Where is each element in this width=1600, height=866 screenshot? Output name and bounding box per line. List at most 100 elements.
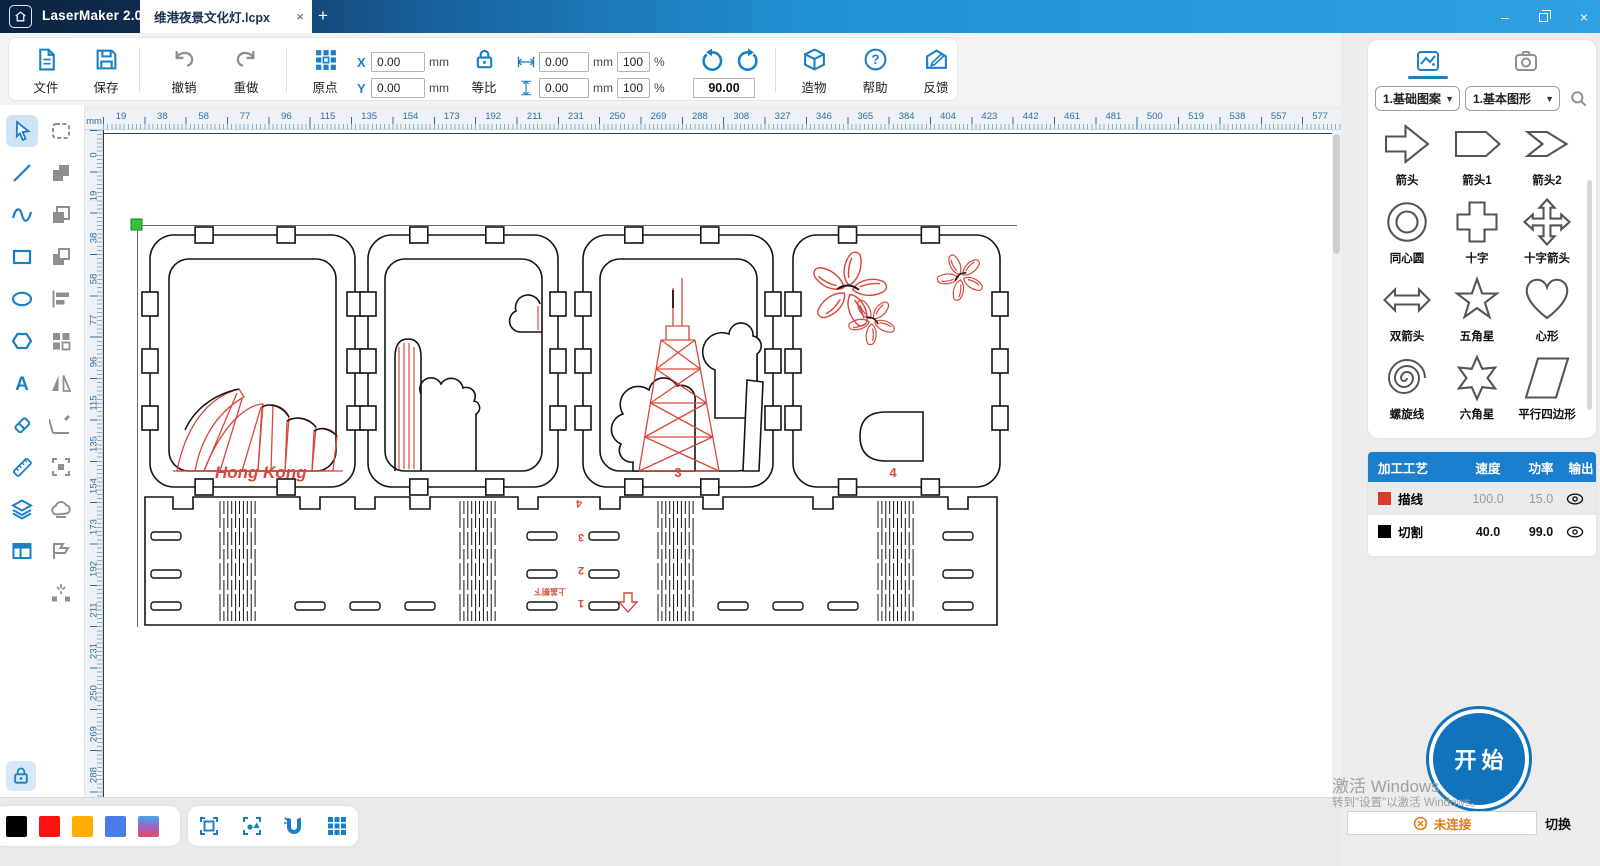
- shape-arrow2[interactable]: 箭头2: [1514, 120, 1580, 188]
- tool-node-edit[interactable]: [45, 409, 77, 441]
- vertical-ruler: 0193858779611513515417319221123125026928…: [85, 130, 103, 797]
- layer-visibility-icon[interactable]: [1566, 525, 1596, 539]
- palette-color-2[interactable]: [72, 816, 93, 837]
- ruler-tick-label: 19: [89, 187, 100, 205]
- tool-polygon[interactable]: [6, 325, 38, 357]
- canvas-vertical-scrollbar[interactable]: [1332, 130, 1341, 797]
- help-button[interactable]: ? 帮助: [846, 45, 904, 97]
- tab-camera-icon[interactable]: [1506, 48, 1546, 74]
- tool-dimension[interactable]: [45, 451, 77, 483]
- rotation-angle-field[interactable]: 90.00: [693, 78, 755, 98]
- layer-row-cut[interactable]: 切割 40.0 99.0: [1368, 515, 1596, 548]
- shape-star6[interactable]: 六角星: [1444, 354, 1510, 422]
- file-button[interactable]: 文件: [17, 45, 75, 97]
- search-icon[interactable]: [1569, 89, 1588, 108]
- ruler-tick-label: 173: [444, 111, 460, 122]
- tab-gallery-icon[interactable]: [1408, 48, 1448, 74]
- palette-color-gradient[interactable]: [138, 816, 159, 837]
- ruler-tick-label: 442: [1023, 111, 1039, 122]
- shape-cross-arrows[interactable]: 十字箭头: [1514, 198, 1580, 266]
- tool-rectangle[interactable]: [6, 241, 38, 273]
- tool-measure[interactable]: [6, 451, 38, 483]
- tool-duplicate[interactable]: [45, 199, 77, 231]
- rotate-cw-icon[interactable]: [735, 48, 761, 74]
- redo-button[interactable]: 重做: [217, 45, 275, 97]
- library-category-dropdown[interactable]: 1.基础图案▼: [1375, 86, 1460, 111]
- layer-visibility-icon[interactable]: [1566, 492, 1596, 506]
- panel1-hongkong-text[interactable]: Hong Kong: [215, 463, 307, 482]
- layer-color-swatch[interactable]: [1378, 492, 1391, 505]
- tool-ellipse[interactable]: [6, 283, 38, 315]
- shape-arrow1[interactable]: 箭头1: [1444, 120, 1510, 188]
- tool-line[interactable]: [6, 157, 38, 189]
- origin-button[interactable]: 原点: [296, 45, 354, 97]
- switch-device-button[interactable]: 切换: [1545, 814, 1571, 833]
- width-percent-field[interactable]: 100: [617, 52, 650, 72]
- layer-power-value[interactable]: 15.0: [1516, 492, 1566, 506]
- tool-text[interactable]: A: [6, 367, 38, 399]
- canvas-lock-icon[interactable]: [6, 761, 36, 791]
- height-field[interactable]: 0.00: [539, 78, 589, 98]
- tool-subtract[interactable]: [45, 241, 77, 273]
- build-button[interactable]: 造物: [785, 45, 843, 97]
- save-button[interactable]: 保存: [77, 45, 135, 97]
- shape-category-dropdown[interactable]: 1.基本图形▼: [1465, 86, 1560, 111]
- window-minimize-button[interactable]: –: [1501, 10, 1509, 24]
- tab-close-icon[interactable]: ×: [296, 9, 304, 24]
- strip-outline[interactable]: [145, 497, 997, 625]
- shape-double-arrow[interactable]: 双箭头: [1374, 276, 1440, 344]
- tool-marquee[interactable]: [45, 115, 77, 147]
- tool-break-apart[interactable]: [45, 577, 77, 609]
- y-position-field[interactable]: 0.00: [371, 78, 425, 98]
- layers-header: 加工工艺 速度 功率 输出: [1368, 452, 1596, 482]
- layer-row-trace[interactable]: 描线 100.0 15.0: [1368, 482, 1596, 515]
- shape-heart[interactable]: 心形: [1514, 276, 1580, 344]
- tool-curve[interactable]: [6, 199, 38, 231]
- tool-union[interactable]: [45, 157, 77, 189]
- panel4-door-cutout[interactable]: [860, 412, 923, 461]
- palette-color-0[interactable]: [6, 816, 27, 837]
- shape-parallelogram[interactable]: 平行四边形: [1514, 354, 1580, 422]
- shape-star5[interactable]: 五角星: [1444, 276, 1510, 344]
- home-icon[interactable]: [9, 5, 32, 28]
- rotate-ccw-icon[interactable]: [699, 48, 725, 74]
- layer-speed-value[interactable]: 100.0: [1460, 492, 1516, 506]
- window-restore-button[interactable]: [1539, 11, 1550, 22]
- tool-mirror[interactable]: [45, 367, 77, 399]
- new-tab-button[interactable]: +: [318, 6, 328, 26]
- tool-align[interactable]: [45, 283, 77, 315]
- ruler-tick-label: 58: [89, 270, 100, 288]
- layer-color-swatch[interactable]: [1378, 525, 1391, 538]
- tool-anchor[interactable]: [45, 535, 77, 567]
- x-position-field[interactable]: 0.00: [371, 52, 425, 72]
- frame-select-icon[interactable]: [197, 813, 222, 839]
- document-tab[interactable]: 维港夜景文化灯.lcpx ×: [140, 0, 312, 33]
- fit-selection-icon[interactable]: [240, 813, 265, 839]
- connection-status[interactable]: 未连接: [1347, 811, 1537, 835]
- height-percent-field[interactable]: 100: [617, 78, 650, 98]
- magnet-snap-icon[interactable]: [282, 813, 307, 839]
- shape-arrow[interactable]: 箭头: [1374, 120, 1440, 188]
- tool-arrange[interactable]: [45, 325, 77, 357]
- tool-layers[interactable]: [6, 493, 38, 525]
- undo-button[interactable]: 撤销: [155, 45, 213, 97]
- tool-eraser[interactable]: [6, 409, 38, 441]
- shape-spiral[interactable]: 螺旋线: [1374, 354, 1440, 422]
- shape-concentric-circles[interactable]: 同心圆: [1374, 198, 1440, 266]
- shape-panel-scrollbar[interactable]: [1587, 180, 1592, 410]
- tool-table[interactable]: [6, 535, 38, 567]
- tool-cloud[interactable]: [45, 493, 77, 525]
- tool-select[interactable]: [6, 115, 38, 147]
- palette-color-1[interactable]: [39, 816, 60, 837]
- palette-color-3[interactable]: [105, 816, 126, 837]
- layer-power-value[interactable]: 99.0: [1516, 525, 1566, 539]
- window-close-button[interactable]: ×: [1580, 10, 1588, 24]
- feedback-button[interactable]: 反馈: [907, 45, 965, 97]
- proportional-lock-button[interactable]: 等比: [459, 45, 509, 97]
- selection-handle[interactable]: [131, 219, 142, 230]
- width-field[interactable]: 0.00: [539, 52, 589, 72]
- layer-speed-value[interactable]: 40.0: [1460, 525, 1516, 539]
- shape-cross[interactable]: 十字: [1444, 198, 1510, 266]
- grid-toggle-icon[interactable]: [325, 813, 350, 839]
- drawing-canvas[interactable]: Hong Kong: [103, 130, 1332, 797]
